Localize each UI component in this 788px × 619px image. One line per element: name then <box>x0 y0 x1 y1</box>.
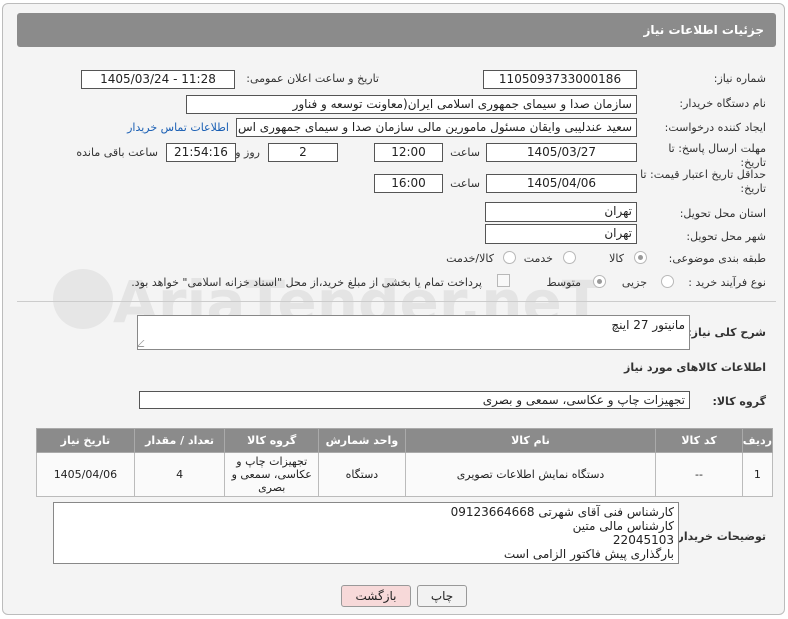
note-line: کارشناس مالی متین <box>572 519 674 533</box>
process-option-minor: جزیی <box>621 276 647 289</box>
goods-info-title: اطلاعات کالاهای مورد نیاز <box>624 361 766 374</box>
reply-time-field: 12:00 <box>374 143 443 162</box>
buyer-notes-label: توضیحات خریدار: <box>673 530 766 543</box>
need-number-field: 1105093733000186 <box>483 70 637 89</box>
col-row: ردیف <box>741 428 774 453</box>
buyer-contact-link[interactable]: اطلاعات تماس خریدار <box>127 121 229 134</box>
goods-group-label: گروه کالا: <box>712 395 766 408</box>
col-code: کد کالا <box>655 428 743 453</box>
need-details-panel: جزئیات اطلاعات نیاز AriaTender.neT شماره… <box>2 3 785 615</box>
buyer-notes-textarea[interactable]: کارشناس فنی آقای شهرتی 09123664668 کارشن… <box>53 502 679 564</box>
need-desc-label: شرح کلی نیاز: <box>687 326 766 339</box>
category-option-goods: کالا <box>609 252 624 265</box>
category-radio-service[interactable] <box>563 251 576 264</box>
price-validity-time-label: ساعت <box>450 177 480 190</box>
reply-days-field: 2 <box>268 143 338 162</box>
price-validity-date-field: 1405/04/06 <box>486 174 637 193</box>
category-radio-both[interactable] <box>503 251 516 264</box>
announce-field: 1405/03/24 - 11:28 <box>81 70 235 89</box>
cell-code: -- <box>655 452 743 497</box>
col-date: تاریخ نیاز <box>36 428 135 453</box>
category-radio-goods[interactable] <box>634 251 647 264</box>
col-unit: واحد شمارش <box>318 428 406 453</box>
process-radio-medium[interactable] <box>593 275 606 288</box>
print-button[interactable]: چاپ <box>417 585 467 607</box>
treasury-note: پرداخت تمام یا بخشی از مبلغ خرید،از محل … <box>131 276 482 289</box>
remaining-label: ساعت باقی مانده <box>76 146 158 159</box>
treasury-checkbox[interactable] <box>497 274 510 287</box>
col-group: گروه کالا <box>224 428 320 453</box>
cell-date: 1405/04/06 <box>36 452 135 497</box>
cell-name: دستگاه نمایش اطلاعات تصویری <box>404 452 657 497</box>
province-field: تهران <box>485 202 637 222</box>
province-label: استان محل تحویل: <box>679 207 766 220</box>
cell-row: 1 <box>741 452 774 497</box>
price-validity-time-field: 16:00 <box>374 174 443 193</box>
remaining-time-field: 21:54:16 <box>166 143 236 162</box>
category-option-service: خدمت <box>523 252 553 265</box>
col-quantity: تعداد / مقدار <box>133 428 226 453</box>
announce-label: تاریخ و ساعت اعلان عمومی: <box>246 72 379 85</box>
category-option-both: کالا/خدمت <box>446 252 494 265</box>
divider <box>17 301 776 302</box>
creator-field: سعید عندلیبی وایقان مسئول مامورین مالی س… <box>236 118 637 137</box>
process-option-medium: متوسط <box>546 276 581 289</box>
panel-header: جزئیات اطلاعات نیاز <box>17 13 776 47</box>
resize-handle[interactable] <box>138 340 151 347</box>
note-line: کارشناس فنی آقای شهرتی 09123664668 <box>450 505 674 519</box>
need-desc-text: مانیتور 27 اینچ <box>611 318 685 332</box>
col-name: نام کالا <box>404 428 657 453</box>
table-header-row: ردیف کد کالا نام کالا واحد شمارش گروه کا… <box>36 428 774 453</box>
need-number-label: شماره نیاز: <box>713 72 766 85</box>
cell-quantity: 4 <box>133 452 226 497</box>
need-desc-textarea[interactable]: مانیتور 27 اینچ <box>137 315 690 350</box>
goods-table: ردیف کد کالا نام کالا واحد شمارش گروه کا… <box>36 428 774 497</box>
days-label: روز و <box>235 146 260 159</box>
creator-label: ایجاد کننده درخواست: <box>664 121 766 134</box>
reply-date-field: 1405/03/27 <box>486 143 637 162</box>
process-label: نوع فرآیند خرید : <box>688 276 766 289</box>
reply-deadline-label: مهلت ارسال پاسخ: تا تاریخ: <box>668 142 766 169</box>
reply-time-label: ساعت <box>450 146 480 159</box>
back-button[interactable]: بازگشت <box>341 585 411 607</box>
process-radio-minor[interactable] <box>661 275 674 288</box>
cell-unit: دستگاه <box>318 452 406 497</box>
cell-group: تجهیزات چاپ و عکاسی، سمعی و بصری <box>224 452 320 497</box>
goods-group-field: تجهیزات چاپ و عکاسی، سمعی و بصری <box>139 391 690 409</box>
city-label: شهر محل تحویل: <box>686 230 766 243</box>
buyer-org-field: سازمان صدا و سیمای جمهوری اسلامی ایران(م… <box>186 95 637 114</box>
category-label: طبقه بندی موضوعی: <box>668 252 766 265</box>
table-row[interactable]: 1 -- دستگاه نمایش اطلاعات تصویری دستگاه … <box>36 452 774 497</box>
buyer-org-label: نام دستگاه خریدار: <box>679 97 766 110</box>
city-field: تهران <box>485 224 637 244</box>
price-validity-label: حداقل تاریخ اعتبار قیمت: تا تاریخ: <box>640 168 766 195</box>
note-line: 22045103 <box>612 533 674 547</box>
note-line: بارگذاری پیش فاکتور الزامی است <box>503 547 674 561</box>
